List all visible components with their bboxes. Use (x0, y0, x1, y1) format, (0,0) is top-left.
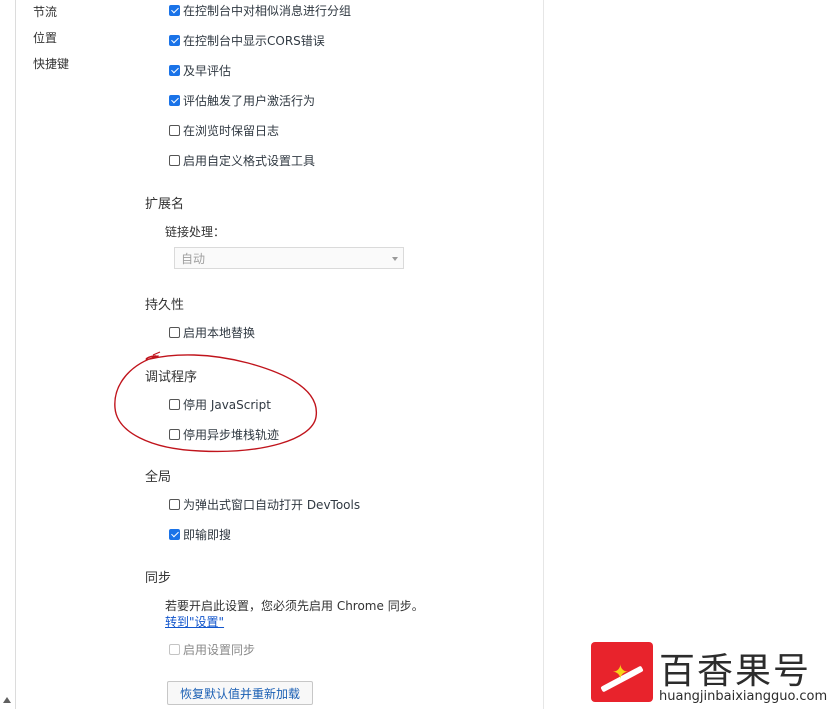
option-custom-formatters[interactable]: 启用自定义格式设置工具 (169, 151, 315, 169)
checkbox-disabled-icon (169, 643, 180, 655)
star-icon: ✦ (612, 660, 629, 684)
checkbox-checked-icon[interactable] (169, 64, 180, 76)
checkbox-unchecked-icon[interactable] (169, 498, 180, 510)
watermark-logo-icon: ✦ (591, 642, 653, 702)
option-label: 为弹出式窗口自动打开 DevTools (183, 497, 361, 512)
option-enable-settings-sync: 启用设置同步 (169, 640, 255, 658)
option-label: 及早评估 (183, 63, 232, 78)
watermark: ✦ 百香果号 huangjinbaixiangguo.com (591, 640, 836, 709)
checkbox-unchecked-icon[interactable] (169, 154, 180, 166)
select-value: 自动 (181, 251, 206, 266)
sidebar-item-shortcuts[interactable]: 快捷键 (33, 55, 69, 72)
go-to-settings-link[interactable]: 转到"设置" (165, 613, 224, 630)
section-title-sync: 同步 (145, 571, 172, 586)
option-label: 停用 JavaScript (183, 397, 271, 412)
checkbox-unchecked-icon[interactable] (169, 428, 180, 440)
option-evaluation-user-activation[interactable]: 评估触发了用户激活行为 (169, 91, 315, 109)
option-local-overrides[interactable]: 启用本地替换 (169, 323, 255, 341)
option-disable-async-stack-traces[interactable]: 停用异步堆栈轨迹 (169, 425, 279, 443)
section-title-debugger: 调试程序 (145, 370, 198, 385)
option-label: 启用自定义格式设置工具 (183, 153, 316, 168)
sidebar-item-locations[interactable]: 位置 (33, 29, 57, 46)
option-group-similar-messages[interactable]: 在控制台中对相似消息进行分组 (169, 1, 351, 19)
checkbox-checked-icon[interactable] (169, 4, 180, 16)
sidebar-item-throttling[interactable]: 节流 (33, 3, 57, 20)
chevron-down-icon (392, 257, 398, 261)
option-disable-javascript[interactable]: 停用 JavaScript (169, 395, 271, 413)
checkbox-unchecked-icon[interactable] (169, 326, 180, 338)
link-handling-select[interactable]: 自动 (174, 247, 404, 269)
checkbox-unchecked-icon[interactable] (169, 124, 180, 136)
watermark-url: huangjinbaixiangguo.com (659, 689, 828, 704)
right-panel-border (543, 0, 544, 709)
section-title-persistence: 持久性 (145, 298, 185, 313)
section-title-global: 全局 (145, 470, 172, 485)
option-label: 在控制台中显示CORS错误 (183, 33, 325, 48)
option-show-cors-errors[interactable]: 在控制台中显示CORS错误 (169, 31, 325, 49)
checkbox-unchecked-icon[interactable] (169, 398, 180, 410)
option-label: 在控制台中对相似消息进行分组 (183, 3, 352, 18)
option-auto-open-devtools-popups[interactable]: 为弹出式窗口自动打开 DevTools (169, 495, 360, 513)
option-label: 即输即搜 (183, 527, 232, 542)
option-label: 评估触发了用户激活行为 (183, 93, 316, 108)
restore-defaults-reload-button[interactable]: 恢复默认值并重新加载 (167, 681, 313, 705)
section-title-extensions: 扩展名 (145, 197, 185, 212)
checkbox-checked-icon[interactable] (169, 94, 180, 106)
checkbox-checked-icon[interactable] (169, 528, 180, 540)
sync-notice: 若要开启此设置，您必须先启用 Chrome 同步。 (165, 599, 424, 613)
option-search-as-you-type[interactable]: 即输即搜 (169, 525, 231, 543)
option-preserve-log[interactable]: 在浏览时保留日志 (169, 121, 279, 139)
link-handling-label: 链接处理： (165, 225, 226, 239)
option-label: 在浏览时保留日志 (183, 123, 280, 138)
option-label: 启用设置同步 (183, 642, 256, 657)
watermark-title: 百香果号 (659, 651, 812, 692)
option-label: 停用异步堆栈轨迹 (183, 427, 280, 442)
option-eager-evaluation[interactable]: 及早评估 (169, 61, 231, 79)
option-label: 启用本地替换 (183, 325, 256, 340)
scroll-up-arrow-icon[interactable] (3, 697, 11, 703)
left-panel-border (15, 0, 16, 709)
checkbox-checked-icon[interactable] (169, 34, 180, 46)
